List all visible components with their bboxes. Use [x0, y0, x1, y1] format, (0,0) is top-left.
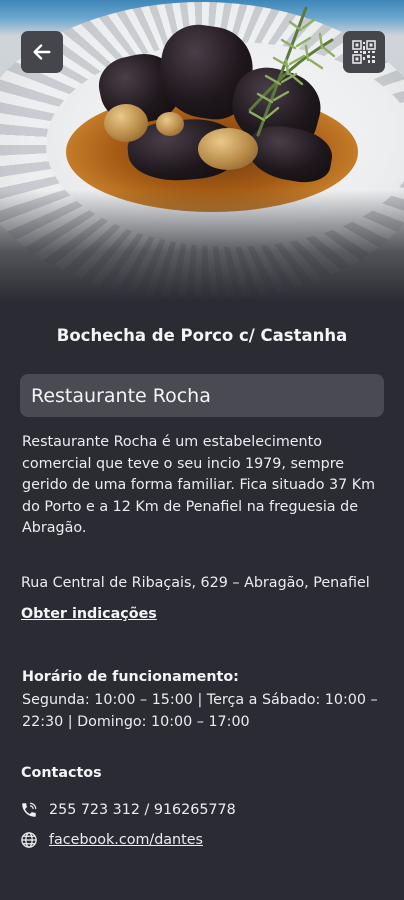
- arrow-left-icon: [33, 44, 51, 60]
- restaurant-name-card: Restaurante Rocha: [20, 374, 384, 417]
- website-link: facebook.com/dantes: [49, 832, 203, 848]
- restaurant-address: Rua Central de Ribaçais, 629 – Abragão, …: [21, 575, 370, 591]
- qr-code-button[interactable]: [343, 31, 385, 73]
- restaurant-name: Restaurante Rocha: [31, 384, 211, 407]
- get-directions-link[interactable]: Obter indicações: [21, 606, 157, 622]
- restaurant-detail-screen: Bochecha de Porco c/ Castanha Restaurant…: [0, 0, 404, 900]
- restaurant-description: Restaurante Rocha é um estabelecimento c…: [22, 434, 376, 537]
- phone-number: 255 723 312 / 916265778: [49, 802, 236, 818]
- rosemary-garnish: [248, 6, 336, 137]
- opening-hours-text: Segunda: 10:00 – 15:00 | Terça a Sábado:…: [22, 692, 378, 730]
- phone-icon: [19, 800, 39, 820]
- opening-hours-label: Horário de funcionamento:: [22, 669, 239, 685]
- back-button[interactable]: [21, 31, 63, 73]
- website-contact[interactable]: facebook.com/dantes: [19, 830, 203, 850]
- contacts-heading: Contactos: [21, 765, 102, 781]
- qr-code-icon: [352, 40, 376, 64]
- phone-contact[interactable]: 255 723 312 / 916265778: [19, 800, 236, 820]
- dish-title: Bochecha de Porco c/ Castanha: [56, 326, 348, 345]
- globe-icon: [19, 830, 39, 850]
